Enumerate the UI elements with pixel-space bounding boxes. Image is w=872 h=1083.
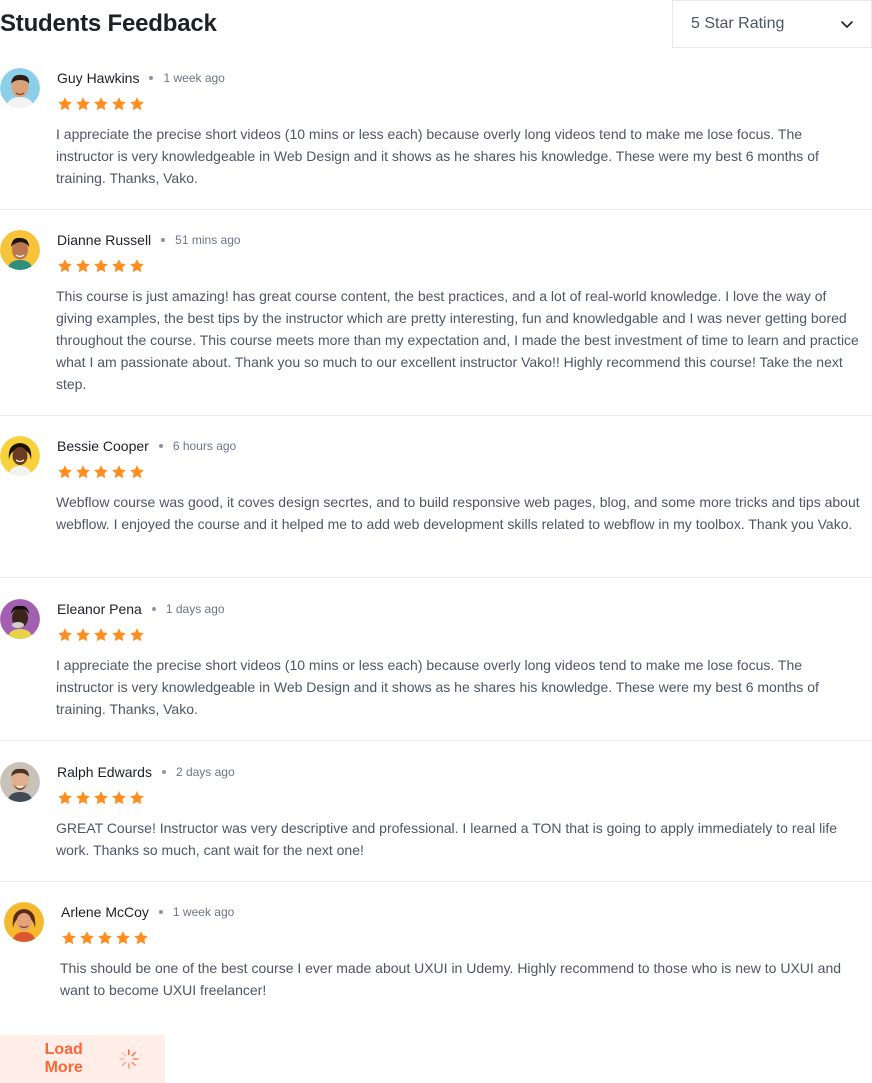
star-rating (57, 96, 145, 112)
star-icon (76, 465, 90, 479)
separator-dot (158, 910, 163, 914)
rating-filter-select[interactable]: 5 Star Rating (672, 0, 872, 48)
star-icon (98, 931, 112, 945)
star-icon (94, 465, 108, 479)
load-more-label: Load More (44, 1041, 83, 1076)
star-rating (57, 258, 145, 274)
review-time: 6 hours ago (172, 439, 237, 453)
review-item: Ralph Edwards 2 days ago GREAT Course! I… (0, 741, 872, 882)
star-rating (61, 930, 149, 946)
reviewer-name: Bessie Cooper (57, 438, 149, 454)
section-title: Students Feedback (0, 10, 217, 37)
star-icon (76, 628, 90, 642)
review-text: This should be one of the best course I … (60, 960, 842, 998)
avatar (0, 436, 40, 476)
star-icon (62, 931, 76, 945)
review-time: 1 days ago (165, 602, 225, 616)
star-icon (130, 259, 144, 273)
star-icon (116, 931, 130, 945)
review-time: 51 mins ago (175, 233, 241, 247)
star-icon (112, 97, 126, 111)
star-icon (76, 791, 90, 805)
star-icon (94, 791, 108, 805)
star-icon (134, 931, 148, 945)
review-item: Guy Hawkins 1 week ago I appreciate the … (0, 56, 872, 210)
star-icon (80, 931, 94, 945)
star-icon (112, 259, 126, 273)
star-icon (94, 97, 108, 111)
review-time: 2 days ago (175, 765, 235, 779)
review-text: Webflow course was good, it coves design… (56, 494, 860, 532)
star-icon (76, 259, 90, 273)
star-rating (57, 627, 145, 643)
star-icon (58, 465, 72, 479)
loading-spinner-icon (119, 1049, 139, 1069)
star-icon (130, 628, 144, 642)
chevron-down-icon (839, 16, 855, 32)
separator-dot (158, 444, 163, 448)
reviewer-name: Eleanor Pena (57, 601, 142, 617)
avatar (0, 599, 40, 639)
separator-dot (161, 238, 166, 242)
reviewer-name: Ralph Edwards (57, 764, 152, 780)
star-icon (130, 465, 144, 479)
review-item: Dianne Russell 51 mins ago This course i… (0, 210, 872, 416)
avatar (0, 762, 40, 802)
review-item: Eleanor Pena 1 days ago I appreciate the… (0, 578, 872, 741)
review-text: I appreciate the precise short videos (1… (56, 657, 819, 717)
star-icon (130, 97, 144, 111)
review-text: I appreciate the precise short videos (1… (56, 126, 819, 186)
star-icon (130, 791, 144, 805)
star-icon (94, 259, 108, 273)
star-icon (58, 259, 72, 273)
star-icon (58, 628, 72, 642)
separator-dot (161, 770, 166, 774)
review-time: 1 week ago (172, 905, 235, 919)
review-time: 1 week ago (163, 71, 225, 85)
star-icon (112, 791, 126, 805)
review-item: Arlene McCoy 1 week ago This should be o… (0, 882, 872, 1022)
avatar (4, 902, 44, 942)
star-icon (112, 465, 126, 479)
star-icon (76, 97, 90, 111)
avatar (0, 68, 40, 108)
separator-dot (149, 76, 154, 80)
review-text: This course is just amazing! has great c… (56, 288, 859, 392)
separator-dot (151, 607, 156, 611)
reviewer-name: Arlene McCoy (61, 904, 149, 920)
rating-filter-value: 5 Star Rating (691, 15, 785, 32)
star-icon (58, 791, 72, 805)
avatar (0, 230, 40, 270)
star-rating (57, 464, 145, 480)
review-text: GREAT Course! Instructor was very descri… (56, 820, 837, 858)
load-more-button[interactable]: Load More (0, 1035, 165, 1083)
star-rating (57, 790, 145, 806)
star-icon (112, 628, 126, 642)
reviewer-name: Guy Hawkins (57, 70, 140, 86)
review-item: Bessie Cooper 6 hours ago Webflow course… (0, 416, 872, 578)
reviewer-name: Dianne Russell (57, 232, 152, 248)
star-icon (94, 628, 108, 642)
star-icon (58, 97, 72, 111)
